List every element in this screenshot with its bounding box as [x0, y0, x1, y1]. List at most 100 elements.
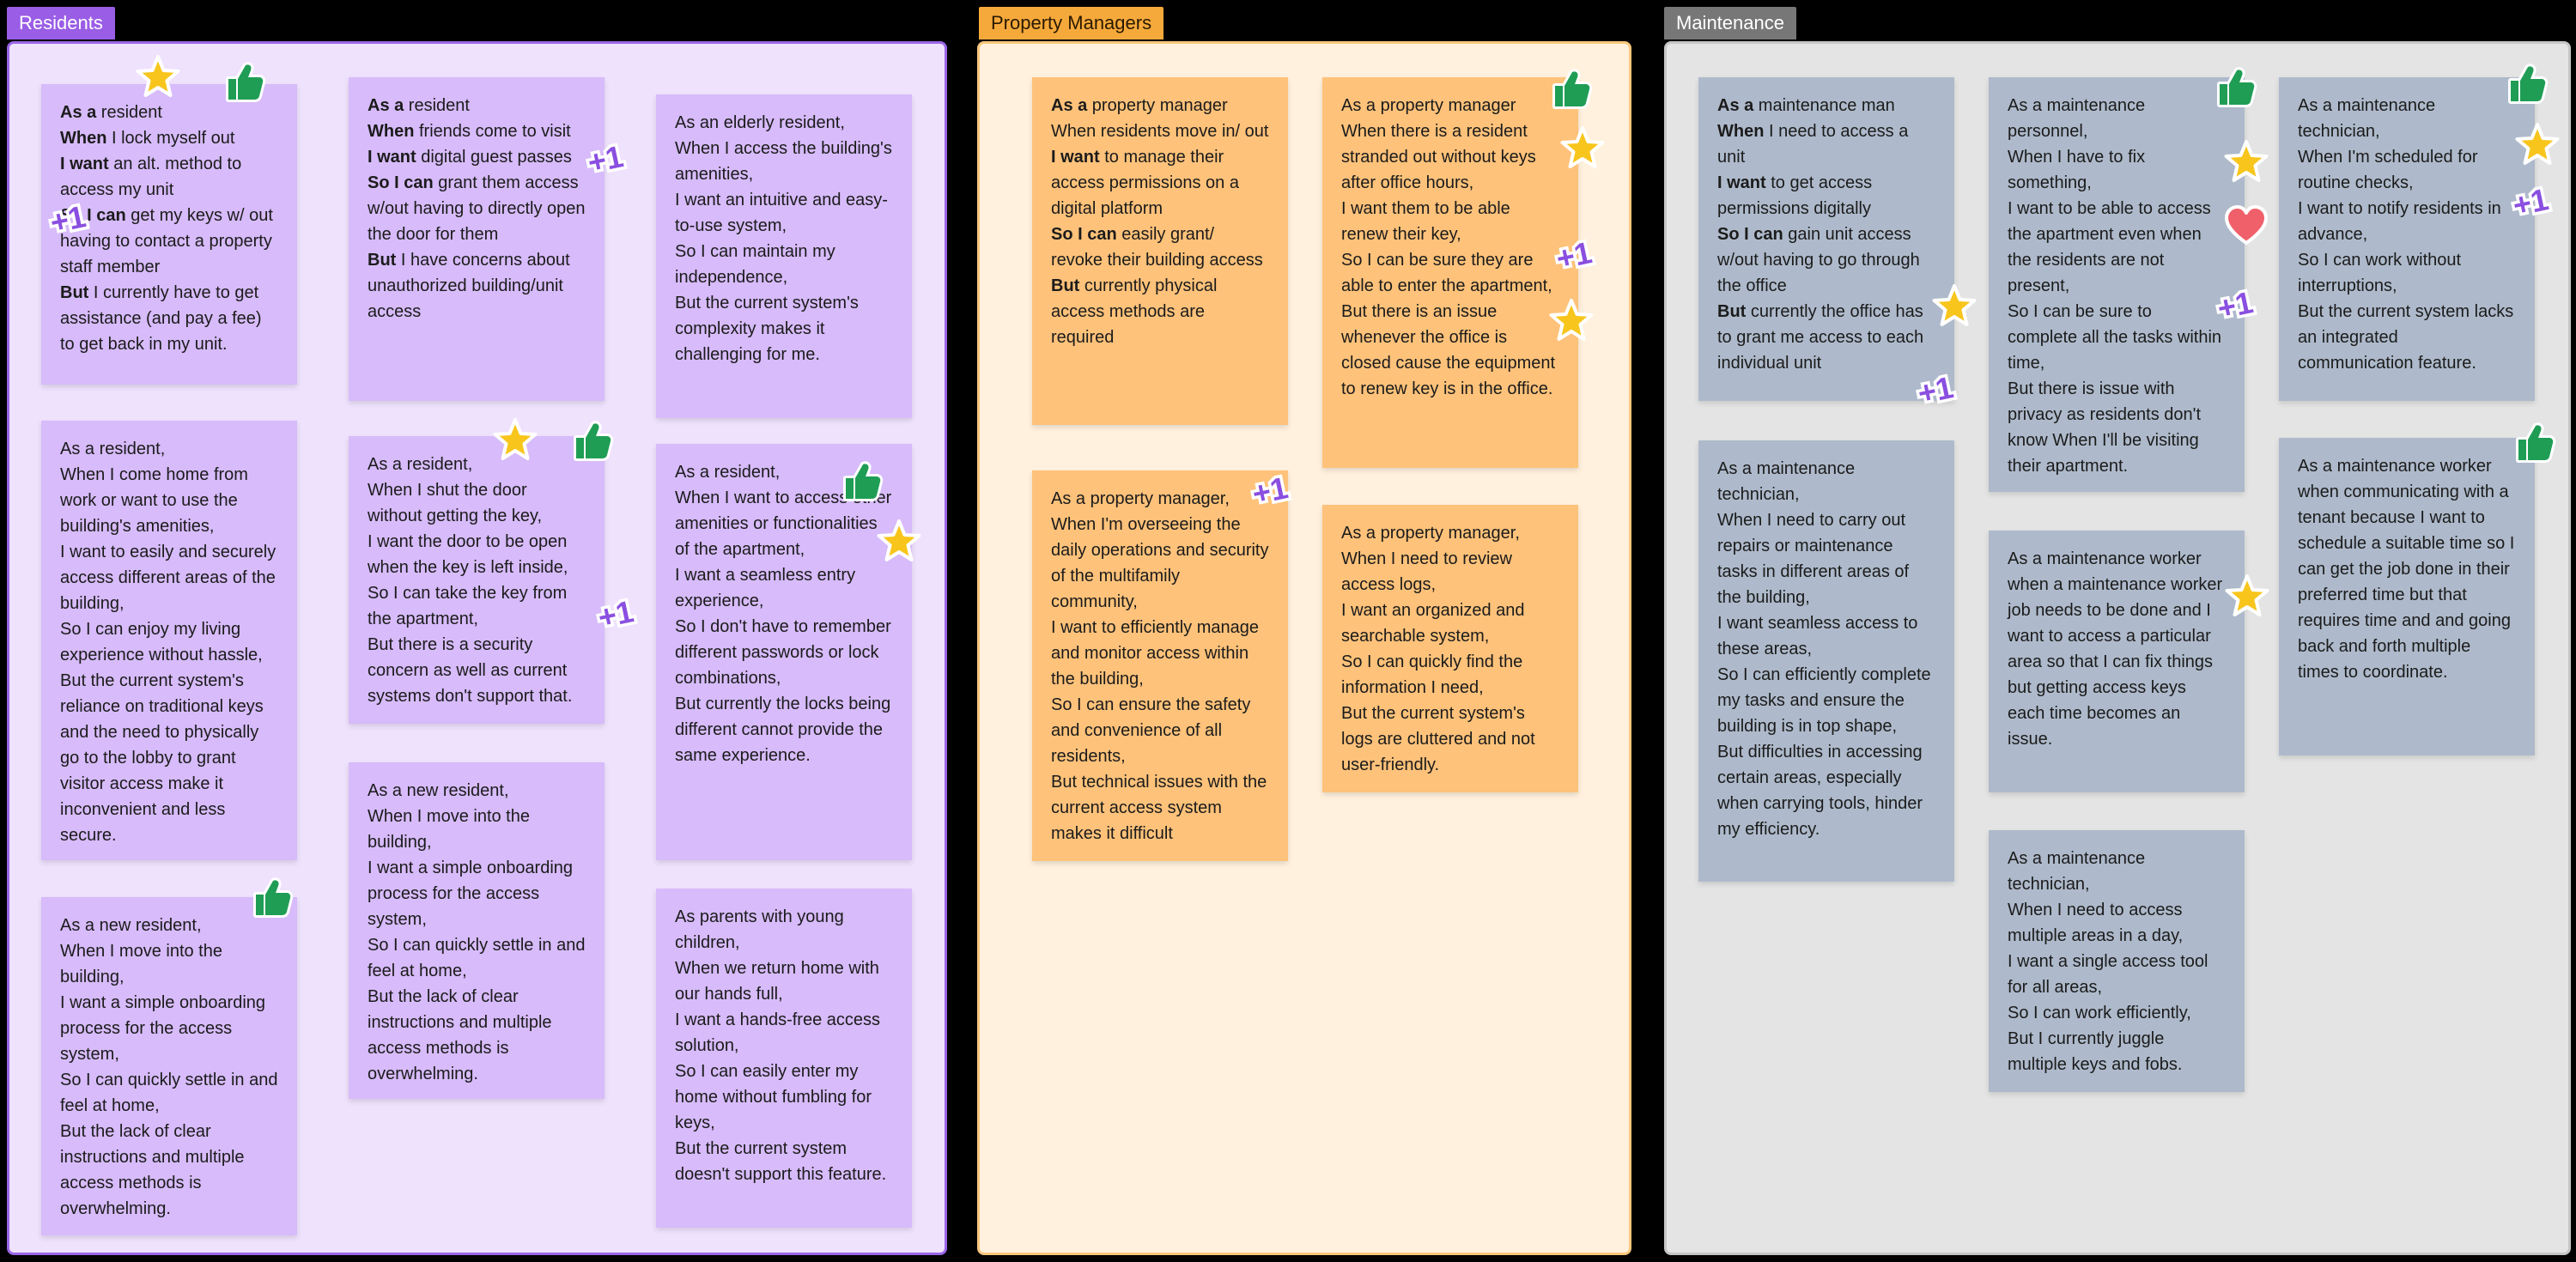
note-text: As a property manager,: [1341, 524, 1520, 543]
note-keyword: I want: [60, 155, 109, 173]
note-line: But there is an issue whenever the offic…: [1341, 299, 1559, 402]
note-line: But there is a security concern as well …: [368, 632, 586, 709]
note-line: So I can maintain my independence,: [675, 239, 893, 290]
note-text: But the current system doesn't support t…: [675, 1139, 887, 1184]
note-line: But I currently have to get assistance (…: [60, 280, 278, 357]
note-line: When friends come to visit: [368, 118, 586, 144]
thumbs-up-icon[interactable]: [2504, 60, 2550, 106]
note-keyword: I want: [368, 148, 416, 167]
note-line: When I shut the door without getting the…: [368, 477, 586, 529]
thumbs-up-icon[interactable]: [249, 874, 295, 920]
thumbs-up-icon[interactable]: [1548, 65, 1595, 112]
thumbs-up-icon[interactable]: [2512, 419, 2558, 465]
note-text: As a new resident,: [368, 781, 509, 800]
thumbs-up-icon[interactable]: [569, 417, 616, 464]
star-icon[interactable]: [1559, 125, 1606, 172]
sticky-note-resident-seamless-entry[interactable]: As a resident, When I want to access othe…: [656, 444, 912, 860]
note-line: So I can get my keys w/ out having to co…: [60, 203, 278, 280]
note-text: But there is issue with privacy as resid…: [2008, 379, 2202, 476]
svg-text:+1: +1: [595, 593, 637, 635]
star-icon[interactable]: [2224, 573, 2270, 620]
star-icon[interactable]: [1548, 298, 1595, 344]
sticky-note-pm-stranded-resident[interactable]: As a property manager When there is a res…: [1322, 77, 1578, 468]
note-line: I want a simple onboarding process for t…: [368, 855, 586, 932]
note-line: I want a single access tool for all area…: [2008, 949, 2226, 1000]
note-keyword: So I can: [1717, 225, 1783, 244]
thumbs-up-icon[interactable]: [222, 58, 268, 105]
sticky-note-elderly-resident[interactable]: As an elderly resident, When I access the…: [656, 94, 912, 418]
note-line: I want the door to be open when the key …: [368, 529, 586, 580]
note-text: But there is an issue whenever the offic…: [1341, 302, 1556, 398]
note-text: As a maintenance worker when a maintenan…: [2008, 549, 2223, 749]
sticky-note-maintenance-routine-checks[interactable]: As a maintenance technician, When I'm sch…: [2279, 77, 2535, 401]
note-text: I have concerns about unauthorized build…: [368, 251, 570, 321]
note-line: As parents with young children,: [675, 904, 893, 956]
star-icon[interactable]: [492, 417, 538, 464]
note-text: As a maintenance technician,: [1717, 459, 1856, 504]
heart-icon[interactable]: [2223, 203, 2269, 249]
plus-one-icon[interactable]: +1: [1247, 467, 1293, 513]
note-keyword: But: [1717, 302, 1747, 321]
note-text: As a maintenance technician,: [2008, 849, 2146, 894]
sticky-note-resident-door-shut[interactable]: As a resident, When I shut the door witho…: [349, 436, 605, 724]
plus-one-icon[interactable]: +1: [592, 591, 639, 637]
note-text: I want a seamless entry experience,: [675, 566, 856, 610]
note-line: As a property manager,: [1341, 520, 1559, 546]
plus-one-icon[interactable]: +1: [1912, 367, 1959, 413]
thumbs-up-icon[interactable]: [2213, 64, 2259, 110]
note-text: As a resident,: [675, 463, 781, 482]
note-text: As a resident,: [60, 440, 166, 458]
note-line: I want an intuitive and easy-to-use syst…: [675, 187, 893, 239]
sticky-note-new-resident[interactable]: As a new resident, When I move into the b…: [41, 897, 297, 1235]
star-icon[interactable]: [135, 54, 181, 100]
note-line: So I can quickly settle in and feel at h…: [368, 932, 586, 984]
note-text: As an elderly resident,: [675, 113, 845, 132]
note-line: As a maintenance man: [1717, 93, 1935, 118]
note-line: As a resident,: [368, 452, 586, 477]
note-text: I want the door to be open when the key …: [368, 532, 568, 577]
star-icon[interactable]: [2514, 122, 2561, 168]
sticky-note-parents-hands-free[interactable]: As parents with young children, When we r…: [656, 889, 912, 1228]
note-text: When I access the building's amenities,: [675, 139, 892, 184]
note-line: I want digital guest passes: [368, 144, 586, 170]
sticky-note-maintenance-tenant-scheduling[interactable]: As a maintenance worker when communicati…: [2279, 438, 2535, 755]
sticky-note-maintenance-multiple-areas[interactable]: As a maintenance technician, When I need …: [1989, 830, 2245, 1092]
thumbs-up-icon[interactable]: [839, 458, 885, 504]
note-text: When I need to access multiple areas in …: [2008, 901, 2184, 945]
sticky-note-maintenance-personnel[interactable]: As a maintenance personnel, When I have t…: [1989, 77, 2245, 492]
star-icon[interactable]: [876, 519, 922, 565]
note-line: When I need to access a unit: [1717, 118, 1935, 170]
note-line: But I currently juggle multiple keys and…: [2008, 1026, 2226, 1077]
sticky-note-pm-daily-operations[interactable]: As a property manager, When I'm overseein…: [1032, 470, 1288, 861]
plus-one-icon[interactable]: +1: [2507, 179, 2554, 225]
note-line: When I need to review access logs,: [1341, 546, 1559, 598]
sticky-note-resident-guest-passes[interactable]: As a resident When friends come to visit I…: [349, 77, 605, 401]
sticky-note-pm-access-logs[interactable]: As a property manager, When I need to rev…: [1322, 505, 1578, 792]
note-line: So I can easily enter my home without fu…: [675, 1059, 893, 1136]
sticky-note-maintenance-repairs[interactable]: As a maintenance technician, When I need …: [1698, 440, 1954, 882]
section-label-property-managers[interactable]: Property Managers: [979, 7, 1164, 39]
note-keyword: But: [60, 283, 89, 302]
star-icon[interactable]: [2223, 139, 2269, 185]
plus-one-icon[interactable]: +1: [45, 196, 91, 242]
sticky-note-maintenance-unit-access[interactable]: As a maintenance man When I need to acces…: [1698, 77, 1954, 401]
note-text: maintenance man: [1753, 96, 1895, 115]
plus-one-icon[interactable]: +1: [582, 136, 629, 182]
note-keyword: As a: [368, 96, 404, 115]
sticky-note-pm-move-in[interactable]: As a property manager When residents move…: [1032, 77, 1288, 425]
star-icon[interactable]: [1931, 283, 1978, 330]
note-line: As a property manager: [1051, 93, 1269, 118]
sticky-note-maintenance-worker-keys[interactable]: As a maintenance worker when a maintenan…: [1989, 531, 2245, 792]
plus-one-icon[interactable]: +1: [2212, 282, 2258, 328]
note-text: When I shut the door without getting the…: [368, 481, 543, 525]
note-line: So I can efficiently complete my tasks a…: [1717, 662, 1935, 739]
sticky-note-resident-amenities[interactable]: As a resident, When I come home from work…: [41, 421, 297, 860]
sticky-note-new-resident[interactable]: As a new resident, When I move into the b…: [349, 762, 605, 1099]
note-line: As a maintenance technician,: [2298, 93, 2516, 144]
plus-one-icon[interactable]: +1: [1551, 232, 1597, 278]
note-text: property manager: [1087, 96, 1228, 115]
note-text: currently the office has to grant me acc…: [1717, 302, 1924, 373]
section-label-maintenance[interactable]: Maintenance: [1664, 7, 1796, 39]
section-label-residents[interactable]: Residents: [7, 7, 115, 39]
note-line: But there is issue with privacy as resid…: [2008, 376, 2226, 479]
